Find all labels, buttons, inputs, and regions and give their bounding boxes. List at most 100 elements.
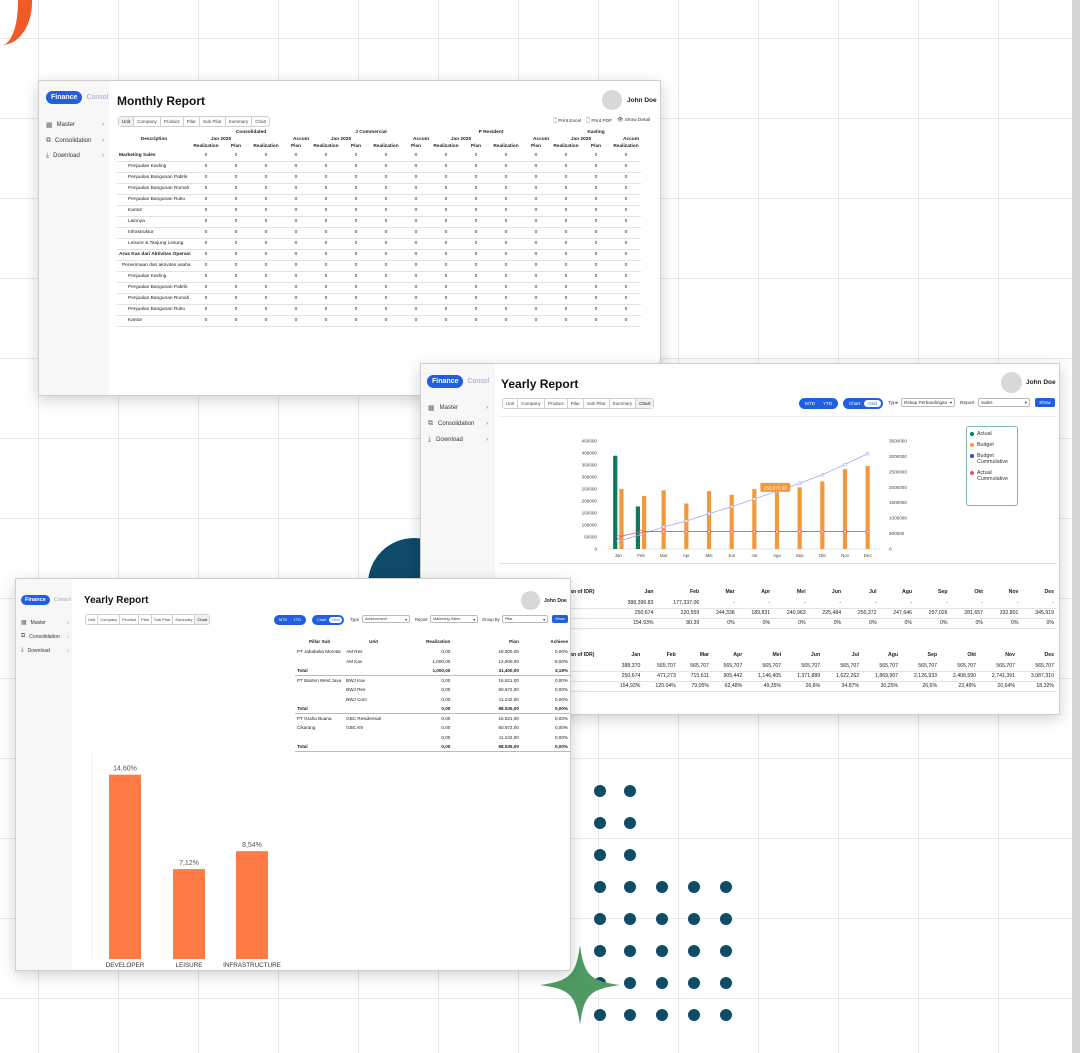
line-point[interactable] bbox=[752, 529, 757, 534]
line-point[interactable] bbox=[865, 452, 870, 456]
tab-chart[interactable]: Chart bbox=[252, 117, 269, 126]
achievement-bar[interactable] bbox=[109, 774, 141, 959]
nav-master[interactable]: ▦ Master › bbox=[46, 121, 104, 129]
cell: 0 bbox=[551, 172, 581, 184]
tab-pilar[interactable]: Pilar bbox=[184, 117, 200, 126]
nav-download[interactable]: ⤓ Download › bbox=[428, 436, 488, 444]
nav-master[interactable]: ▦ Master › bbox=[21, 619, 69, 627]
line-point[interactable] bbox=[752, 497, 757, 501]
tab-sub-pilar[interactable]: Sub Pilar bbox=[152, 615, 174, 624]
avatar[interactable] bbox=[521, 591, 540, 610]
tab-company[interactable]: Company bbox=[98, 615, 121, 624]
tab-summary[interactable]: Summary bbox=[610, 399, 637, 408]
chart-grid-toggle[interactable]: Chart Grid bbox=[843, 398, 883, 409]
cell: 0 bbox=[371, 282, 401, 294]
tab-chart[interactable]: Chart bbox=[636, 399, 654, 408]
chart-grid-toggle[interactable]: Chart Grid bbox=[312, 615, 345, 625]
cell: 0 bbox=[281, 260, 311, 272]
tab-summary[interactable]: Summary bbox=[226, 117, 253, 126]
line-point[interactable] bbox=[797, 481, 802, 486]
legend-item[interactable]: Actual Cummulative bbox=[970, 470, 1014, 482]
nav-download[interactable]: ⤓ Download › bbox=[46, 152, 104, 160]
legend-item[interactable]: Budget bbox=[970, 442, 1014, 448]
mtd-ytd-toggle[interactable]: MTD YTD bbox=[274, 615, 306, 625]
line-point[interactable] bbox=[639, 532, 643, 537]
tab-pilar[interactable]: Pilar bbox=[139, 615, 153, 624]
line-point[interactable] bbox=[865, 529, 870, 534]
budget-bar[interactable] bbox=[706, 491, 712, 549]
line-point[interactable] bbox=[684, 529, 689, 534]
actual-bar[interactable] bbox=[635, 506, 640, 549]
nav-master[interactable]: ▦ Master › bbox=[428, 404, 488, 412]
line-point[interactable] bbox=[661, 525, 666, 529]
budget-bar[interactable] bbox=[729, 494, 734, 549]
group-by-select[interactable]: Pilar ▾ bbox=[502, 615, 548, 623]
budget-bar[interactable] bbox=[842, 469, 848, 549]
tab-product[interactable]: Product bbox=[161, 117, 184, 126]
line-point[interactable] bbox=[843, 529, 847, 534]
tab-sub-pilar[interactable]: Sub Pilar bbox=[584, 399, 610, 408]
line-point[interactable] bbox=[820, 529, 825, 534]
nav-consolidation[interactable]: ⧉ Consolidation › bbox=[428, 420, 488, 428]
line-point[interactable] bbox=[707, 511, 711, 516]
line-point[interactable] bbox=[616, 539, 621, 543]
type-select[interactable]: Rekap Perbandingan ▾ bbox=[901, 398, 955, 407]
tab-pilar[interactable]: Pilar bbox=[568, 399, 584, 408]
type-select[interactable]: Achievement ▾ bbox=[362, 615, 410, 623]
cell: - bbox=[950, 598, 986, 609]
line-point[interactable] bbox=[661, 529, 666, 534]
line-point[interactable] bbox=[843, 462, 847, 467]
nav-consolidation[interactable]: ⧉ Consolidation › bbox=[46, 137, 104, 145]
budget-bar[interactable] bbox=[684, 503, 689, 549]
tab-product[interactable]: Product bbox=[545, 399, 568, 408]
line-point[interactable] bbox=[729, 529, 734, 534]
actual-bar[interactable] bbox=[613, 455, 618, 549]
scrollbar[interactable] bbox=[1072, 0, 1080, 1053]
legend-item[interactable]: Budget Cummulative bbox=[970, 453, 1014, 465]
tab-sub-pilar[interactable]: Sub Pilar bbox=[200, 117, 226, 126]
cell: 0 bbox=[551, 194, 581, 206]
achievement-bar[interactable] bbox=[236, 851, 268, 959]
tab-unit[interactable]: Unit bbox=[503, 399, 519, 408]
tab-chart[interactable]: Chart bbox=[195, 615, 210, 624]
line-point[interactable] bbox=[775, 529, 779, 534]
line-point[interactable] bbox=[684, 519, 689, 523]
avatar[interactable] bbox=[1001, 372, 1022, 393]
line-point[interactable] bbox=[707, 529, 711, 534]
print-excel-link[interactable]: 🗋 Print Excel bbox=[553, 118, 581, 126]
show-button[interactable]: Show bbox=[1035, 398, 1055, 407]
budget-bar[interactable] bbox=[774, 489, 780, 549]
avatar[interactable] bbox=[602, 90, 622, 110]
tab-summary[interactable]: Summary bbox=[173, 615, 196, 624]
line-point[interactable] bbox=[820, 472, 825, 477]
show-button[interactable]: Show bbox=[552, 615, 568, 623]
budget-bar[interactable] bbox=[865, 465, 870, 549]
report-select[interactable]: Marketing Sales ▾ bbox=[430, 615, 478, 623]
budget-bar[interactable] bbox=[642, 496, 647, 549]
print-pdf-link[interactable]: 🗋 Print PDF bbox=[586, 118, 612, 126]
nav-consolidation[interactable]: ⧉ Consolidation › bbox=[21, 633, 69, 640]
budget-bar[interactable] bbox=[820, 481, 825, 549]
chevron-down-icon: ▾ bbox=[543, 617, 545, 622]
achievement-bar[interactable] bbox=[173, 869, 205, 959]
legend-item[interactable]: Actual bbox=[970, 431, 1014, 437]
line-point[interactable] bbox=[729, 504, 734, 509]
cell: 62,48% bbox=[712, 681, 746, 692]
report-select[interactable]: Sales ▾ bbox=[978, 398, 1030, 407]
tab-unit[interactable]: Unit bbox=[119, 117, 135, 126]
tab-product[interactable]: Product bbox=[120, 615, 140, 624]
table-row: Total 0,00 88.535,00 0,00% bbox=[295, 704, 570, 714]
mtd-ytd-toggle[interactable]: MTD YTD bbox=[799, 398, 839, 409]
tab-unit[interactable]: Unit bbox=[86, 615, 99, 624]
budget-bar[interactable] bbox=[797, 487, 802, 549]
budget-bar[interactable] bbox=[661, 490, 666, 549]
cell: 11.242,00 bbox=[498, 734, 519, 740]
line-point[interactable] bbox=[639, 529, 643, 534]
show-detail-link[interactable]: 👁 Show Detail bbox=[617, 118, 650, 126]
line-point[interactable] bbox=[616, 535, 621, 539]
nav-download[interactable]: ⤓ Download › bbox=[21, 647, 69, 654]
cell: 0 bbox=[311, 161, 341, 173]
tab-company[interactable]: Company bbox=[518, 399, 545, 408]
line-point[interactable] bbox=[797, 529, 802, 534]
tab-company[interactable]: Company bbox=[134, 117, 161, 126]
